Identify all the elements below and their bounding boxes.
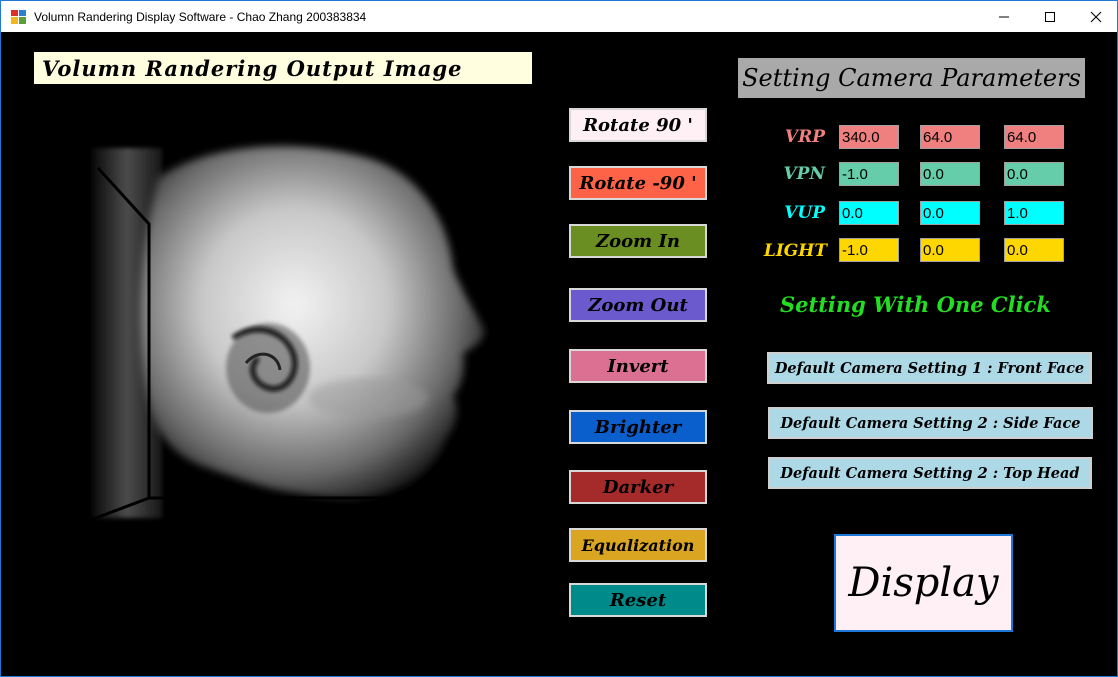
light-x-field[interactable] (839, 238, 899, 262)
zoom-out-button[interactable]: Zoom Out (569, 288, 707, 322)
light-z-field[interactable] (1004, 238, 1064, 262)
darker-button[interactable]: Darker (569, 470, 707, 504)
maximize-button[interactable] (1027, 1, 1073, 32)
minimize-icon (999, 16, 1009, 17)
equalization-button[interactable]: Equalization (569, 528, 707, 562)
rotate-90-button[interactable]: Rotate 90 ' (569, 108, 707, 142)
zoom-in-button[interactable]: Zoom In (569, 224, 707, 258)
preset-top-head-button[interactable]: Default Camera Setting 2 : Top Head (768, 457, 1092, 489)
display-button[interactable]: Display (834, 534, 1013, 632)
rotate-neg-90-button[interactable]: Rotate -90 ' (569, 166, 707, 200)
rendered-volume-image (71, 146, 484, 530)
title-bar: Volumn Randering Display Software - Chao… (0, 0, 1118, 32)
close-button[interactable] (1073, 1, 1118, 32)
preset-side-face-button[interactable]: Default Camera Setting 2 : Side Face (768, 407, 1093, 439)
vup-y-field[interactable] (920, 201, 980, 225)
camera-parameters-title: Setting Camera Parameters (738, 58, 1085, 98)
vrp-y-field[interactable] (920, 125, 980, 149)
light-label: LIGHT (763, 241, 827, 261)
app-icon (11, 10, 26, 24)
vrp-z-field[interactable] (1004, 125, 1064, 149)
maximize-icon (1045, 11, 1055, 22)
vrp-label: VRP (784, 127, 825, 147)
vpn-label: VPN (783, 164, 825, 184)
vpn-x-field[interactable] (839, 162, 899, 186)
minimize-button[interactable] (981, 1, 1027, 32)
one-click-heading: Setting With One Click (780, 292, 1051, 317)
window-title: Volumn Randering Display Software - Chao… (34, 10, 367, 24)
output-image-title: Volumn Randering Output Image (34, 52, 532, 84)
vrp-x-field[interactable] (839, 125, 899, 149)
preset-front-face-button[interactable]: Default Camera Setting 1 : Front Face (767, 352, 1092, 384)
vup-z-field[interactable] (1004, 201, 1064, 225)
vpn-z-field[interactable] (1004, 162, 1064, 186)
vup-label: VUP (784, 203, 825, 223)
light-y-field[interactable] (920, 238, 980, 262)
invert-button[interactable]: Invert (569, 349, 707, 383)
close-icon (1090, 11, 1102, 22)
reset-button[interactable]: Reset (569, 583, 707, 617)
brighter-button[interactable]: Brighter (569, 410, 707, 444)
vpn-y-field[interactable] (920, 162, 980, 186)
vup-x-field[interactable] (839, 201, 899, 225)
